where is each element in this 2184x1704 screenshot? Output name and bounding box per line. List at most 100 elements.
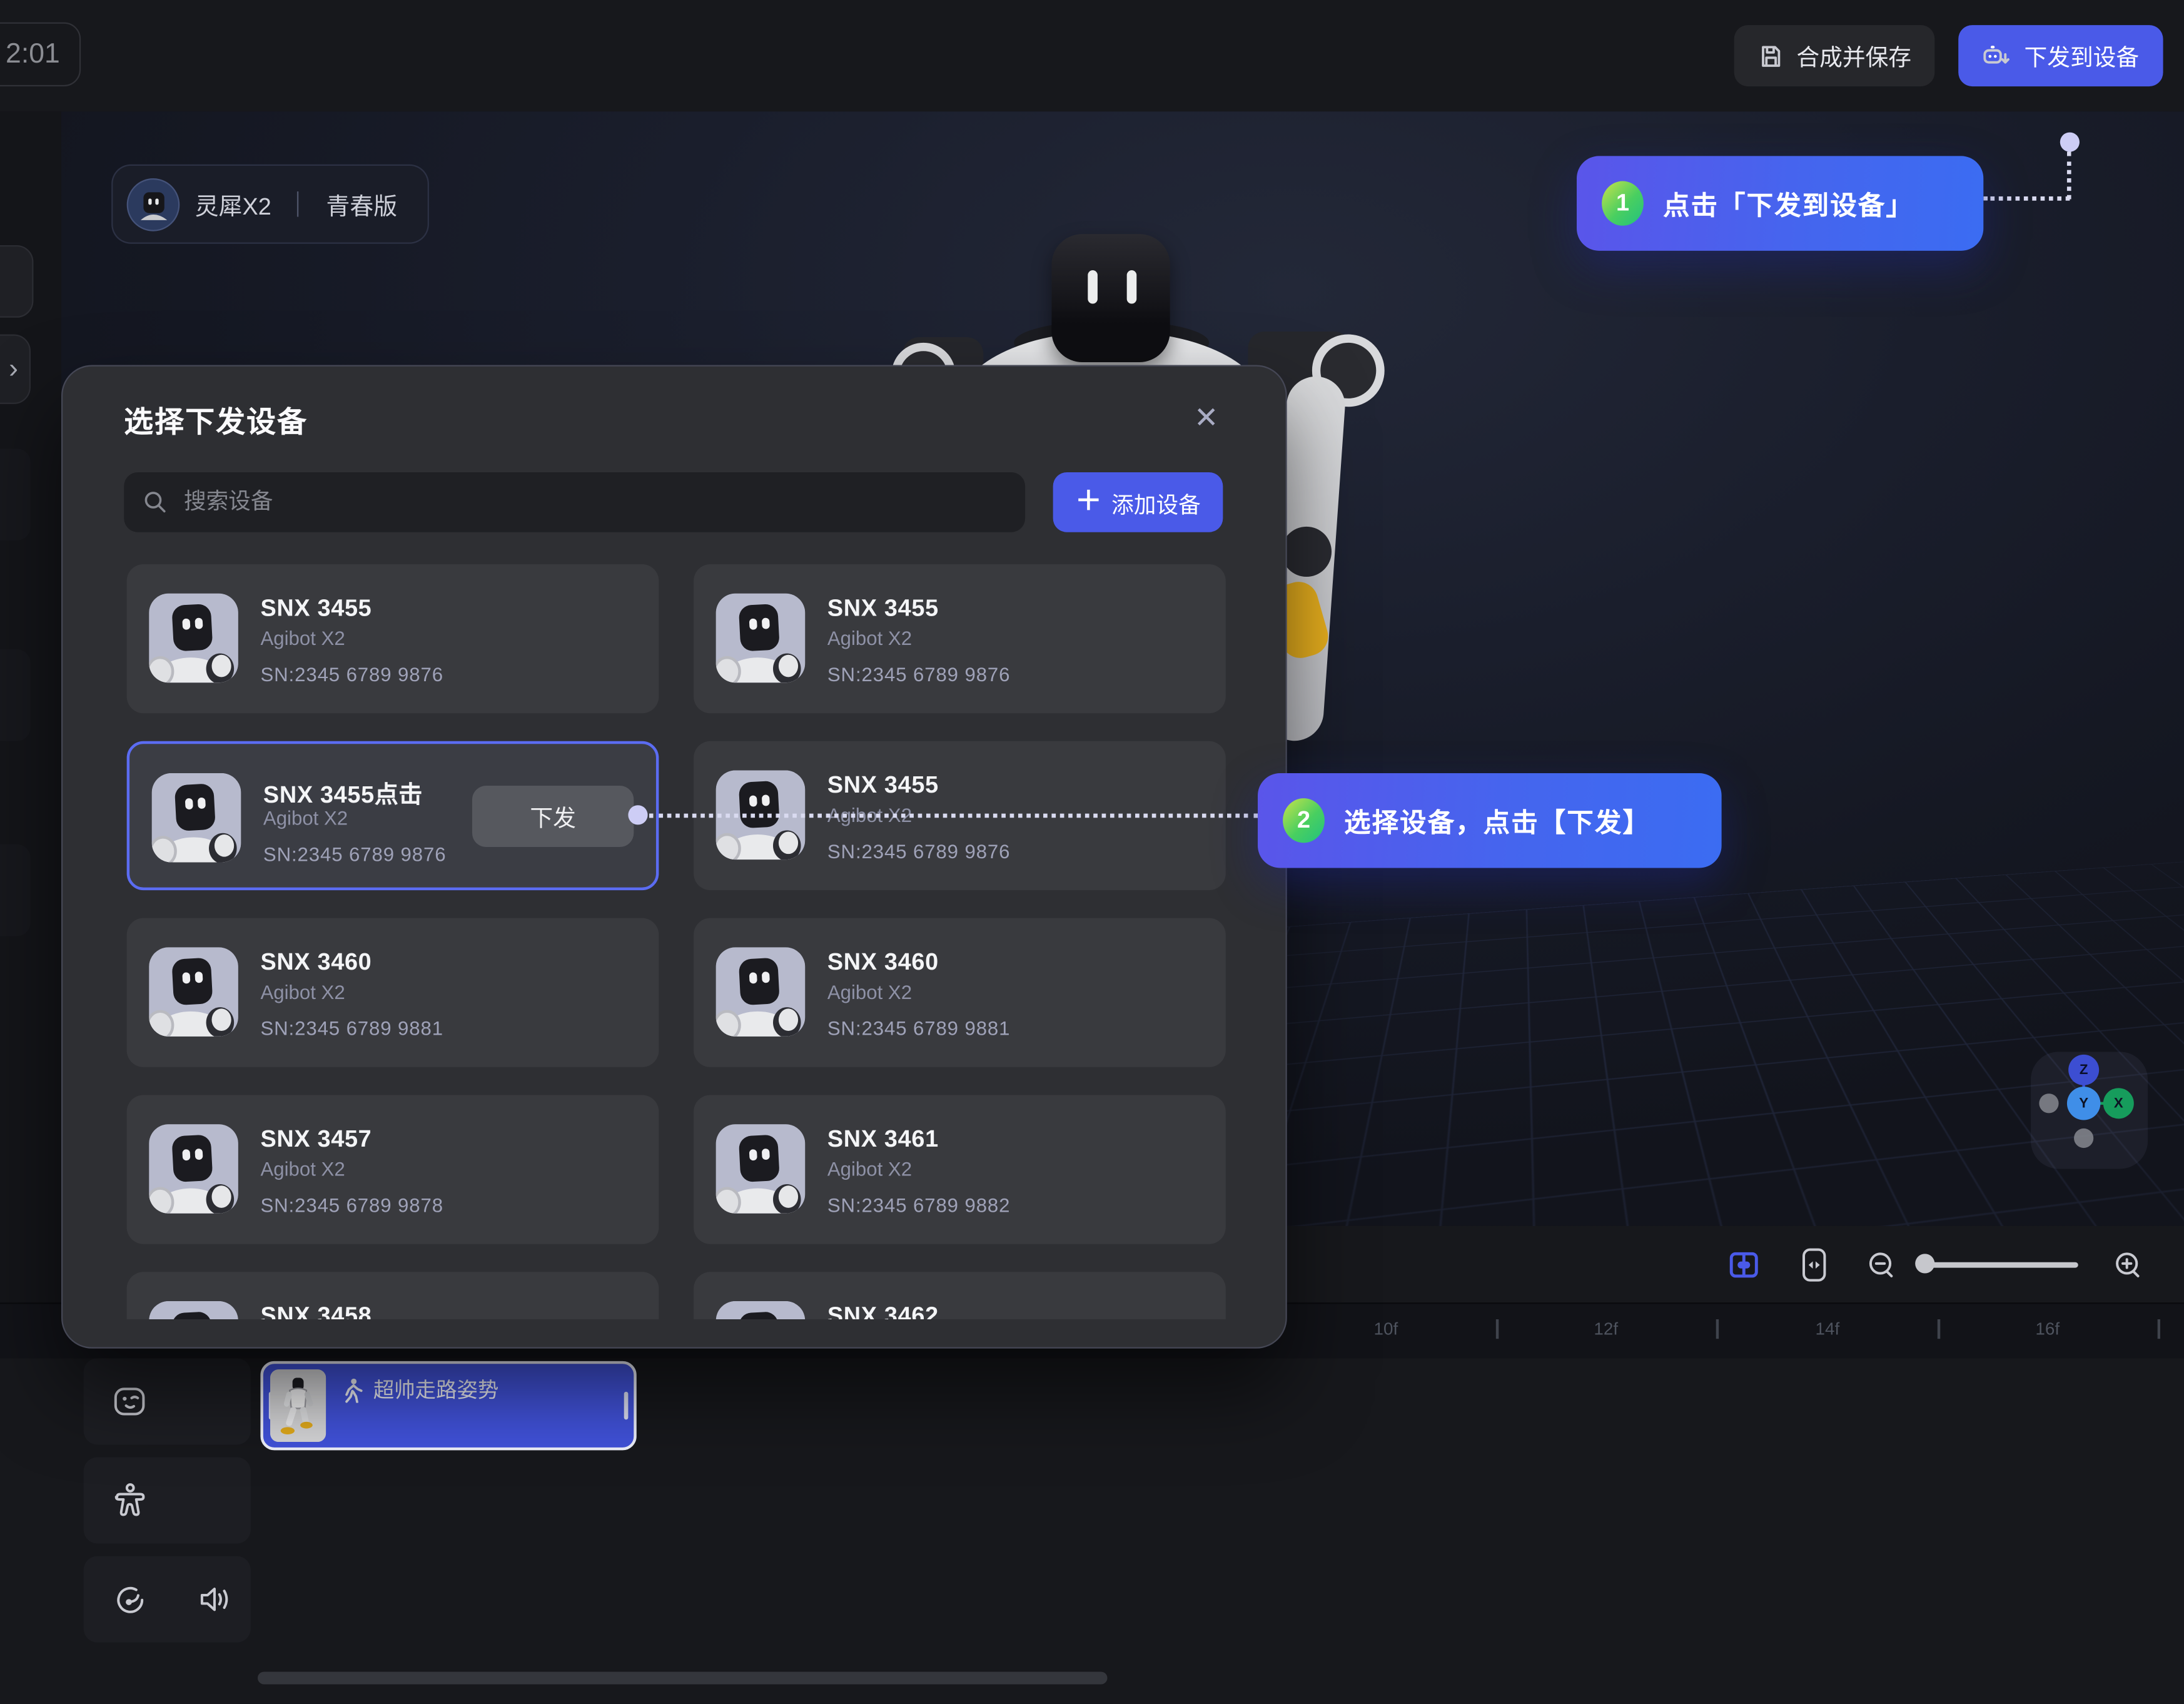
- device-sn: SN:2345 6789 9878: [260, 1194, 443, 1217]
- connector-line-1v: [2067, 152, 2071, 200]
- speaker-icon: [196, 1581, 233, 1618]
- device-name: SNX 3461: [827, 1125, 939, 1154]
- save-button[interactable]: 合成并保存: [1734, 25, 1935, 86]
- device-model: Agibot X2: [260, 981, 345, 1003]
- device-card[interactable]: SNX 3458 Agibot X2: [127, 1272, 659, 1319]
- sidebar-panel-item[interactable]: [0, 649, 31, 741]
- sidebar-panel-item[interactable]: [0, 844, 31, 936]
- zoom-in-icon[interactable]: [2113, 1250, 2143, 1281]
- zoom-slider-knob[interactable]: [1915, 1254, 1934, 1273]
- device-sn: SN:2345 6789 9876: [827, 840, 1011, 863]
- device-avatar: [716, 1124, 806, 1214]
- gizmo-neg-axis-dot[interactable]: [2074, 1128, 2093, 1148]
- device-name: SNX 3460: [827, 949, 939, 977]
- device-model: Agibot X2: [827, 981, 912, 1003]
- clip-name: 超帅走路姿势: [373, 1375, 498, 1404]
- device-model: Agibot X2: [260, 627, 345, 649]
- device-sn: SN:2345 6789 9876: [260, 663, 443, 686]
- connector-line-2: [649, 814, 1258, 818]
- model-name: 灵犀X2: [195, 186, 271, 221]
- device-model: Agibot X2: [827, 627, 912, 649]
- animation-clip[interactable]: 超帅走路姿势: [260, 1361, 636, 1451]
- clip-trim-handle-right[interactable]: [624, 1392, 629, 1420]
- sidebar-panel-item[interactable]: [0, 449, 31, 540]
- gizmo-y-axis[interactable]: Y: [2067, 1087, 2100, 1120]
- motion-dial-icon: [111, 1581, 149, 1618]
- modal-title: 选择下发设备: [124, 400, 308, 442]
- device-name: SNX 3455: [827, 772, 939, 800]
- device-card[interactable]: SNX 3455 Agibot X2 SN:2345 6789 9876: [127, 564, 659, 713]
- tutorial-step-2: 2 选择设备，点击【下发】: [1258, 773, 1722, 868]
- device-avatar: [716, 1301, 806, 1319]
- chevron-right-icon: ›: [9, 353, 18, 385]
- zoom-out-icon[interactable]: [1866, 1250, 1897, 1281]
- step-2-badge: 2: [1283, 798, 1325, 843]
- timeline-horizontal-scrollbar[interactable]: [258, 1671, 1107, 1684]
- search-icon: [143, 490, 167, 514]
- step-1-badge: 1: [1602, 181, 1644, 226]
- device-avatar: [149, 594, 238, 683]
- search-box[interactable]: [124, 472, 1025, 532]
- connector-line-1h: [1983, 196, 2070, 201]
- gizmo-neg-axis-dot[interactable]: [2039, 1093, 2058, 1113]
- wink-face-icon: [111, 1383, 148, 1419]
- device-avatar: [716, 947, 806, 1037]
- robot-download-icon: [1983, 42, 2012, 70]
- device-model: Agibot X2: [260, 1158, 345, 1180]
- plus-icon: ＋: [1075, 489, 1101, 515]
- ruler-frame-label: 12f: [1594, 1319, 1618, 1339]
- walking-person-icon: [341, 1377, 364, 1402]
- orientation-gizmo[interactable]: Z Y X: [2031, 1052, 2148, 1169]
- select-device-modal: 选择下发设备 ✕ ＋ 添加设备 SNX 3455 Agibot X2 SN:23…: [61, 365, 1287, 1348]
- device-name: SNX 3457: [260, 1125, 372, 1154]
- device-avatar: [149, 1124, 238, 1214]
- device-card[interactable]: SNX 3462 Agibot X2: [694, 1272, 1226, 1319]
- device-card[interactable]: SNX 3457 Agibot X2 SN:2345 6789 9878: [127, 1095, 659, 1244]
- device-card[interactable]: SNX 3455点击 Agibot X2 SN:2345 6789 9876 下…: [127, 741, 659, 890]
- robot-avatar-icon: [127, 178, 180, 231]
- device-grid: SNX 3455 Agibot X2 SN:2345 6789 9876 SNX…: [63, 564, 1287, 1319]
- deploy-to-device-button[interactable]: 下发到设备: [1958, 25, 2163, 86]
- device-name: SNX 3455: [827, 595, 939, 623]
- ruler-tick: [1938, 1319, 1939, 1339]
- track-header-expression[interactable]: [84, 1358, 251, 1444]
- duration-chip: 2:01: [0, 23, 81, 86]
- device-card[interactable]: SNX 3455 Agibot X2 SN:2345 6789 9876: [694, 564, 1226, 713]
- close-icon[interactable]: ✕: [1188, 400, 1225, 436]
- deploy-device-button[interactable]: 下发: [472, 786, 634, 847]
- device-sn: SN:2345 6789 9882: [827, 1194, 1011, 1217]
- sidebar-tool-button[interactable]: [0, 245, 33, 318]
- ruler-tick: [1716, 1319, 1718, 1339]
- device-name: SNX 3455: [260, 595, 372, 623]
- gizmo-x-axis[interactable]: X: [2103, 1088, 2134, 1118]
- step-2-text: 选择设备，点击【下发】: [1344, 802, 1679, 839]
- track-header-pose[interactable]: [84, 1457, 251, 1543]
- device-card[interactable]: SNX 3460 Agibot X2 SN:2345 6789 9881: [127, 918, 659, 1067]
- device-avatar: [152, 773, 241, 863]
- device-avatar: [716, 594, 806, 683]
- gizmo-z-axis[interactable]: Z: [2068, 1055, 2099, 1085]
- ruler-frame-label: 16f: [2035, 1319, 2060, 1339]
- sidebar-expand-button[interactable]: ›: [0, 334, 31, 403]
- ruler-tick: [2158, 1319, 2160, 1339]
- track-header-audio[interactable]: [84, 1556, 251, 1643]
- ruler-tick: [1496, 1319, 1498, 1339]
- tutorial-step-1: 1 点击「下发到设备」: [1577, 156, 1983, 250]
- device-sn: SN:2345 6789 9881: [827, 1017, 1011, 1040]
- connector-dot-1: [2060, 133, 2080, 152]
- clip-thumbnail: [270, 1369, 326, 1442]
- device-avatar: [149, 1301, 238, 1319]
- add-device-button[interactable]: ＋ 添加设备: [1053, 472, 1223, 532]
- body-pose-icon: [111, 1481, 149, 1519]
- zoom-slider-track[interactable]: [1922, 1262, 2078, 1267]
- fit-clip-icon[interactable]: [1729, 1250, 1759, 1281]
- search-input[interactable]: [181, 489, 1006, 517]
- connector-dot-2: [628, 805, 647, 824]
- model-edition: 青春版: [326, 186, 398, 221]
- chip-divider: │: [286, 192, 311, 216]
- device-card[interactable]: SNX 3460 Agibot X2 SN:2345 6789 9881: [694, 918, 1226, 1067]
- model-version-chip: 灵犀X2 │ 青春版: [111, 165, 429, 244]
- fit-range-icon[interactable]: [1801, 1247, 1828, 1283]
- device-card[interactable]: SNX 3461 Agibot X2 SN:2345 6789 9882: [694, 1095, 1226, 1244]
- timeline-tracks: 超帅走路姿势: [0, 1358, 2184, 1703]
